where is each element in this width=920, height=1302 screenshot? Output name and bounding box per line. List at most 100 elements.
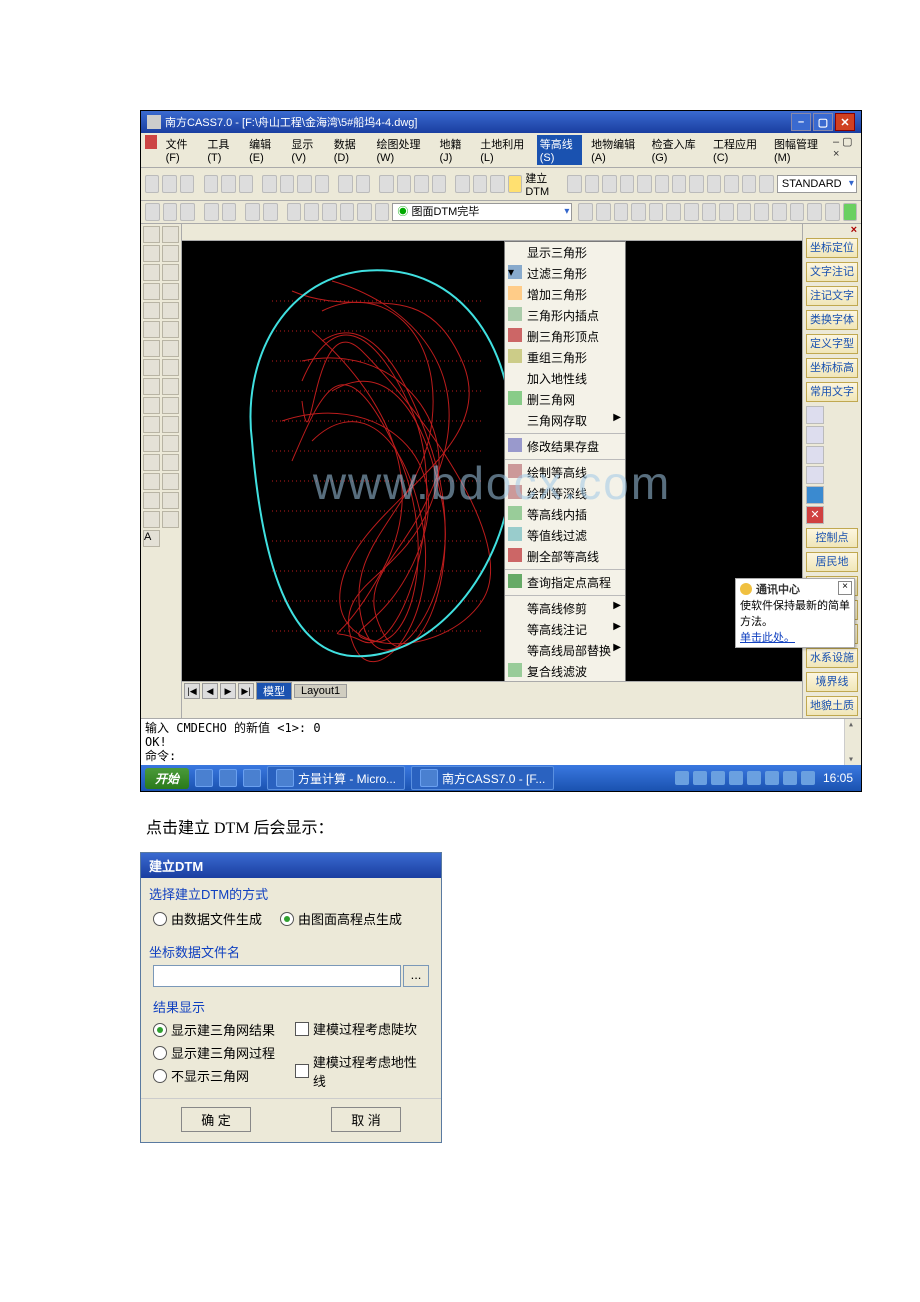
drawing-canvas[interactable]: 显示三角形 ▾过滤三角形 增加三角形 三角形内插点 删三角形顶点 重组三角形 加… <box>182 241 802 681</box>
browse-button[interactable]: ... <box>403 965 429 987</box>
tb2-10[interactable] <box>322 203 337 221</box>
tb2-r14[interactable] <box>807 203 822 221</box>
tb2-4[interactable] <box>204 203 219 221</box>
tb2-r6[interactable] <box>666 203 681 221</box>
tb-zoomall[interactable] <box>414 175 428 193</box>
lt-wave[interactable] <box>143 378 160 395</box>
menu-objedit[interactable]: 地物编辑(A) <box>588 135 642 165</box>
mi-del-vertex[interactable]: 删三角形顶点 <box>505 326 625 347</box>
tb-r8[interactable] <box>689 175 703 193</box>
tb-r2[interactable] <box>585 175 599 193</box>
cmd-scrollbar[interactable] <box>844 719 861 765</box>
lt-div[interactable] <box>162 416 179 433</box>
tb2-11[interactable] <box>340 203 355 221</box>
tray-icon-1[interactable] <box>675 771 689 785</box>
tb2-r8[interactable] <box>702 203 717 221</box>
mi-recomb-tri[interactable]: 重组三角形 <box>505 347 625 368</box>
lt-arrow[interactable] <box>143 264 160 281</box>
menu-draw[interactable]: 绘图处理(W) <box>374 135 431 165</box>
tb2-7[interactable] <box>263 203 278 221</box>
tb-undo[interactable] <box>338 175 352 193</box>
check-terrain[interactable]: 建模过程考虑地性线 <box>295 1052 429 1090</box>
tb2-12[interactable] <box>357 203 372 221</box>
radio-from-file[interactable]: 由数据文件生成 <box>153 909 262 928</box>
help-icon[interactable] <box>843 203 858 221</box>
menu-file[interactable]: 文件(F) <box>163 135 199 165</box>
mi-add-terrain[interactable]: 加入地性线 <box>505 368 625 389</box>
menu-eng[interactable]: 工程应用(C) <box>710 135 765 165</box>
tab-layout1[interactable]: Layout1 <box>294 684 347 698</box>
tb-r9[interactable] <box>707 175 721 193</box>
ric-1[interactable] <box>806 406 824 424</box>
tb2-r5[interactable] <box>649 203 664 221</box>
layer-combo[interactable]: STANDARD <box>777 175 857 193</box>
menu-tools[interactable]: 工具(T) <box>204 135 240 165</box>
lt-grid[interactable] <box>162 302 179 319</box>
tb2-r13[interactable] <box>790 203 805 221</box>
tab-model[interactable]: 模型 <box>256 682 292 700</box>
tb2-6[interactable] <box>245 203 260 221</box>
tb-r4[interactable] <box>620 175 634 193</box>
ric-2[interactable] <box>806 426 824 444</box>
mi-draw-depth[interactable]: 绘制等深线 <box>505 483 625 504</box>
tb-r11[interactable] <box>742 175 756 193</box>
lt-flag[interactable] <box>162 473 179 490</box>
lt-poly[interactable] <box>143 359 160 376</box>
tb-r5[interactable] <box>637 175 651 193</box>
lt-arc[interactable] <box>143 245 160 262</box>
menu-contour[interactable]: 等高线(S) <box>537 135 582 165</box>
lt-crop[interactable] <box>143 492 160 509</box>
lt-dot[interactable] <box>143 397 160 414</box>
lt-line[interactable] <box>143 226 160 243</box>
tb2-r4[interactable] <box>631 203 646 221</box>
tb2-r2[interactable] <box>596 203 611 221</box>
rbtn-elev[interactable]: 坐标标高 <box>806 358 858 378</box>
tb-r12[interactable] <box>759 175 773 193</box>
tb2-8[interactable] <box>287 203 302 221</box>
lt-text[interactable]: A <box>143 530 160 547</box>
tray-icon-5[interactable] <box>747 771 761 785</box>
file-input[interactable] <box>153 965 401 987</box>
panel-close-icon[interactable]: × <box>803 224 861 236</box>
rbtn-notetxt[interactable]: 注记文字 <box>806 286 858 306</box>
mi-contour-filter[interactable]: 等值线过滤 <box>505 525 625 546</box>
tray-icon-3[interactable] <box>711 771 725 785</box>
ric-6[interactable]: ✕ <box>806 506 824 524</box>
lt-d1[interactable] <box>143 473 160 490</box>
mi-contour-trim[interactable]: 等高线修剪▶ <box>505 598 625 619</box>
mi-query-elev[interactable]: 查询指定点高程 <box>505 572 625 593</box>
lt-tri[interactable] <box>162 264 179 281</box>
tb-open[interactable] <box>162 175 176 193</box>
rbtn-border[interactable]: 境界线 <box>806 672 858 692</box>
ql-desktop-icon[interactable] <box>243 769 261 787</box>
radio-from-screen[interactable]: 由图面高程点生成 <box>280 909 402 928</box>
tb2-3[interactable] <box>180 203 195 221</box>
tb2-r9[interactable] <box>719 203 734 221</box>
tb-r7[interactable] <box>672 175 686 193</box>
tb-match[interactable] <box>315 175 329 193</box>
rbtn-note[interactable]: 文字注记 <box>806 262 858 282</box>
menu-data[interactable]: 数据(D) <box>331 135 368 165</box>
tb2-13[interactable] <box>375 203 390 221</box>
tb2-r10[interactable] <box>737 203 752 221</box>
tb2-5[interactable] <box>222 203 237 221</box>
lt-rot[interactable] <box>143 416 160 433</box>
mi-save-result[interactable]: 修改结果存盘 <box>505 436 625 457</box>
tab-last[interactable]: ▶| <box>238 683 254 699</box>
lt-flag2[interactable] <box>162 492 179 509</box>
mi-net-save[interactable]: 三角网存取▶ <box>505 410 625 431</box>
menu-view[interactable]: 显示(V) <box>288 135 324 165</box>
tb-r6[interactable] <box>655 175 669 193</box>
task-item-2[interactable]: 南方CASS7.0 - [F... <box>411 766 554 790</box>
tb-cut[interactable] <box>262 175 276 193</box>
tb2-r15[interactable] <box>825 203 840 221</box>
ric-4[interactable] <box>806 466 824 484</box>
radio-no-show[interactable]: 不显示三角网 <box>153 1066 287 1085</box>
ric-5[interactable] <box>806 486 824 504</box>
maximize-icon[interactable]: ▢ <box>813 113 833 131</box>
rbtn-ctrl[interactable]: 控制点 <box>806 528 858 548</box>
lt-penta[interactable] <box>162 378 179 395</box>
tray-icon-8[interactable] <box>801 771 815 785</box>
menu-check[interactable]: 检查入库(G) <box>649 135 704 165</box>
lt-curve[interactable] <box>143 321 160 338</box>
